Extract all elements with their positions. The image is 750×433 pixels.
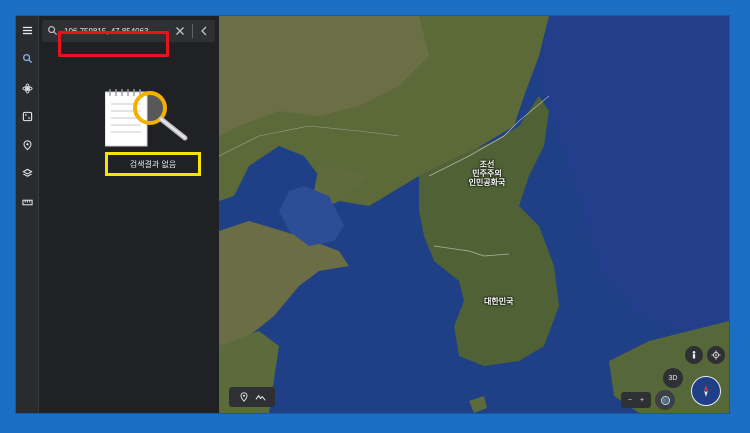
search-icon (48, 26, 58, 36)
random-dice-icon (22, 111, 32, 121)
globe-view-button[interactable] (655, 390, 675, 410)
search-divider (192, 24, 193, 38)
map-label-south-korea: 대한민국 (484, 297, 514, 306)
pegman-icon (692, 351, 696, 359)
my-location-button[interactable] (707, 346, 725, 364)
measure-ruler-icon (21, 199, 33, 205)
compass-button[interactable] (691, 376, 721, 406)
map-style-button[interactable] (19, 165, 35, 181)
street-view-button[interactable] (685, 346, 703, 364)
left-rail (16, 16, 39, 413)
satellite-map[interactable]: 조선 민주주의 인민공화국 대한민국 3D − + (219, 16, 729, 413)
elevation-profile-icon[interactable] (255, 392, 266, 403)
no-results-highlight: 검색결과 없음 (105, 152, 201, 176)
map-style-layers-icon (21, 168, 33, 177)
search-panel: 검색결과 없음 (39, 16, 218, 413)
crosshair-icon (711, 350, 721, 360)
no-results-illustration (105, 89, 188, 147)
compass-icon (704, 385, 708, 397)
chevron-left-icon[interactable] (198, 25, 210, 37)
random-button[interactable] (19, 108, 35, 124)
map-bottom-toolbar (229, 387, 275, 407)
view-mode-label: 3D (668, 374, 678, 382)
measure-button[interactable] (19, 194, 35, 210)
voyager-button[interactable] (19, 80, 35, 96)
earth-app-window: 검색결과 없음 조선민주주의인민 (16, 16, 729, 413)
zoom-controls: − + (621, 392, 651, 408)
menu-icon (22, 26, 32, 34)
map-imagery (219, 16, 729, 413)
search-icon (22, 53, 32, 63)
map-label-north-korea: 조선 민주주의 인민공화국 (468, 160, 506, 187)
view-mode-3d-button[interactable]: 3D (663, 368, 683, 388)
menu-button[interactable] (19, 22, 35, 38)
zoom-out-icon[interactable]: − (628, 397, 632, 404)
projects-pin-icon (23, 139, 31, 150)
search-input-highlight (58, 31, 169, 57)
zoom-in-icon[interactable]: + (640, 397, 644, 404)
no-results-text: 검색결과 없음 (129, 159, 177, 169)
location-pin-icon[interactable] (239, 392, 249, 402)
globe-icon (660, 395, 670, 405)
close-icon[interactable] (174, 25, 186, 37)
search-rail-button[interactable] (19, 50, 35, 66)
projects-button[interactable] (19, 137, 35, 153)
voyager-icon (21, 82, 33, 94)
